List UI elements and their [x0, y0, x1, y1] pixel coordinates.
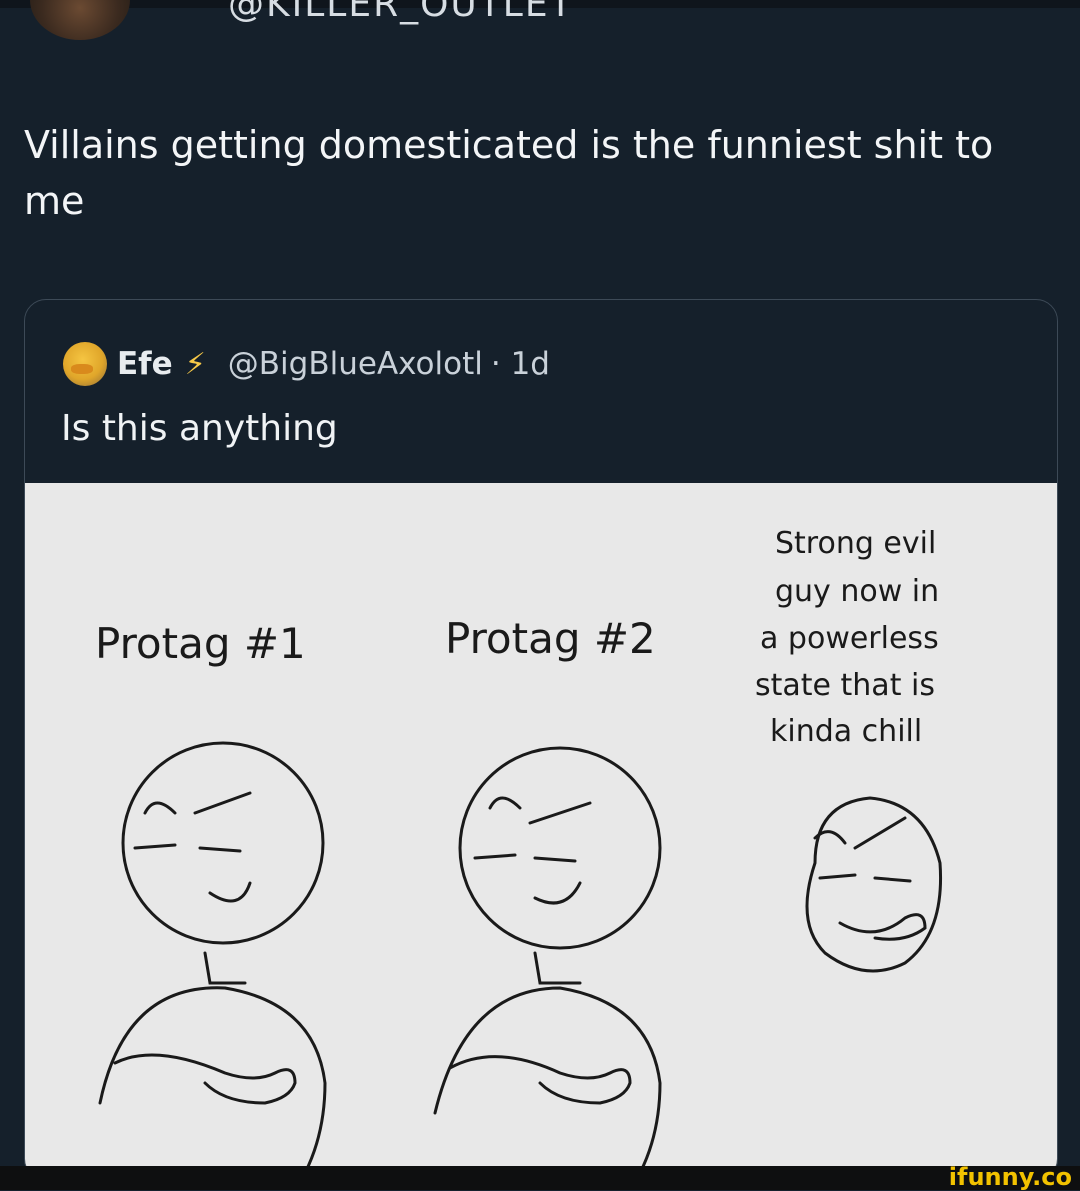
quote-text: Is this anything: [61, 408, 338, 449]
comic-drawing: Protag #1 Protag #2 Strong evil guy now …: [95, 526, 943, 1175]
svg-text:guy now in: guy now in: [775, 574, 939, 609]
bottom-bar: [0, 1166, 1080, 1190]
ifunny-watermark: ifunny.co: [948, 1163, 1072, 1191]
quote-timestamp[interactable]: · 1d: [491, 346, 550, 382]
quote-avatar[interactable]: [63, 342, 107, 386]
protag-2-figure: [433, 746, 662, 1175]
tweet-text: Villains getting domesticated is the fun…: [24, 123, 994, 223]
svg-text:Strong evil: Strong evil: [775, 526, 936, 561]
evil-guy-caption: Strong evil guy now in a powerless state…: [755, 526, 939, 749]
author-handle[interactable]: @KILLER_OUTLET: [228, 0, 574, 25]
quote-header: Efe ⚡ @BigBlueAxolotl · 1d: [63, 338, 550, 390]
evil-guy-figure: [805, 796, 943, 973]
protag-2-label: Protag #2: [445, 614, 656, 663]
svg-text:kinda chill: kinda chill: [770, 714, 922, 749]
quote-image[interactable]: Protag #1 Protag #2 Strong evil guy now …: [25, 483, 1057, 1180]
protag-1-label: Protag #1: [95, 619, 306, 668]
protag-1-figure: [98, 741, 327, 1175]
lightning-bolt-icon: ⚡: [184, 346, 206, 382]
svg-text:a powerless: a powerless: [760, 621, 939, 656]
quote-tweet-card[interactable]: Efe ⚡ @BigBlueAxolotl · 1d Is this anyth…: [24, 299, 1058, 1181]
svg-text:Protag #2: Protag #2: [445, 614, 656, 663]
svg-text:state that is: state that is: [755, 668, 935, 703]
quote-author-name[interactable]: Efe: [117, 346, 173, 382]
svg-text:Protag #1: Protag #1: [95, 619, 306, 668]
quote-author-handle[interactable]: @BigBlueAxolotl: [228, 346, 483, 382]
author-avatar[interactable]: [30, 0, 130, 40]
